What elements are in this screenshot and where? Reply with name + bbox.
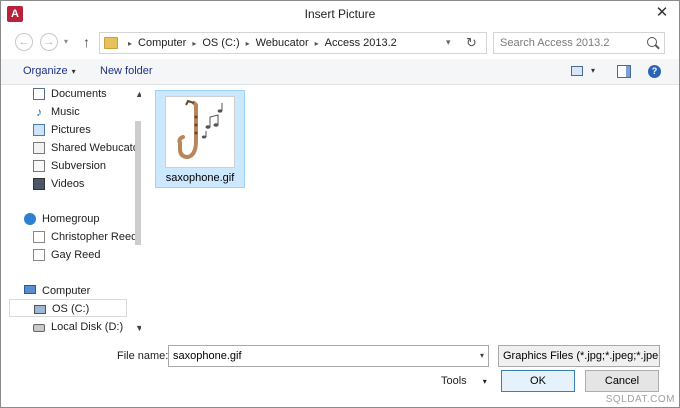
dialog-title: Insert Picture bbox=[304, 7, 376, 21]
file-type-select[interactable]: Graphics Files (*.jpg;*.jpeg;*.jpe bbox=[498, 345, 660, 367]
shared-folder-icon bbox=[33, 142, 45, 154]
recent-locations-dropdown-icon[interactable]: ▾ bbox=[64, 37, 68, 46]
chevron-down-icon[interactable]: ▾ bbox=[480, 351, 484, 360]
nav-item-label: Shared Webucator bbox=[51, 142, 135, 154]
nav-item-label: Local Disk (D:) bbox=[51, 321, 124, 333]
nav-item-label: Pictures bbox=[51, 124, 91, 136]
nav-item-label: Videos bbox=[51, 178, 85, 190]
command-toolbar: Organize ▾ New folder ▾ ? bbox=[1, 59, 679, 85]
breadcrumb-computer[interactable]: Computer bbox=[138, 37, 186, 49]
tools-button[interactable]: Tools ▾ bbox=[441, 375, 487, 387]
nav-item-documents[interactable]: Documents bbox=[9, 85, 135, 103]
insert-picture-dialog: A Insert Picture ✕ ← → ▾ ↑ ▸ Computer ▸ … bbox=[0, 0, 680, 408]
forward-button[interactable]: → bbox=[40, 33, 58, 51]
ok-button[interactable]: OK bbox=[501, 370, 575, 392]
watermark: SQLDAT.COM bbox=[605, 394, 675, 405]
address-bar[interactable]: ▸ Computer ▸ OS (C:) ▸ Webucator ▸ Acces… bbox=[99, 32, 487, 54]
saxophone-thumbnail bbox=[165, 96, 235, 168]
nav-item-os-drive[interactable]: OS (C:) bbox=[9, 299, 127, 317]
file-name-label: File name: bbox=[117, 350, 169, 362]
up-one-level-icon[interactable]: ↑ bbox=[83, 34, 90, 50]
file-item-saxophone[interactable]: saxophone.gif bbox=[155, 90, 245, 188]
breadcrumb-separator-icon[interactable]: ▸ bbox=[192, 39, 196, 48]
navigation-pane: Documents ♪ Music Pictures Shared Webuca… bbox=[9, 85, 141, 341]
breadcrumb: ▸ Computer ▸ OS (C:) ▸ Webucator ▸ Acces… bbox=[122, 37, 397, 49]
breadcrumb-access-2013-2[interactable]: Access 2013.2 bbox=[325, 37, 397, 49]
file-name-field[interactable]: saxophone.gif ▾ bbox=[168, 345, 489, 367]
drive-icon bbox=[34, 305, 46, 314]
chevron-down-icon: ▾ bbox=[482, 377, 487, 386]
organize-button[interactable]: Organize ▾ bbox=[23, 65, 76, 77]
nav-item-computer[interactable]: Computer bbox=[9, 282, 135, 300]
title-bar: A Insert Picture ✕ bbox=[1, 1, 679, 27]
nav-item-gay-reed[interactable]: Gay Reed bbox=[9, 246, 135, 264]
new-folder-button[interactable]: New folder bbox=[100, 65, 153, 77]
help-icon[interactable]: ? bbox=[648, 65, 661, 78]
scrollbar-thumb[interactable] bbox=[135, 121, 141, 245]
back-button[interactable]: ← bbox=[15, 33, 33, 51]
breadcrumb-separator-icon[interactable]: ▸ bbox=[246, 39, 250, 48]
preview-pane-icon[interactable] bbox=[617, 65, 631, 78]
nav-item-local-disk[interactable]: Local Disk (D:) bbox=[9, 318, 135, 336]
homegroup-icon bbox=[24, 213, 36, 225]
folder-icon bbox=[104, 37, 118, 49]
search-input[interactable]: Search Access 2013.2 bbox=[500, 37, 609, 49]
saxophone-icon bbox=[177, 99, 223, 160]
disk-icon bbox=[33, 324, 45, 332]
music-icon: ♪ bbox=[36, 105, 42, 119]
breadcrumb-os-drive[interactable]: OS (C:) bbox=[202, 37, 239, 49]
search-icon[interactable] bbox=[647, 37, 657, 47]
pictures-icon bbox=[33, 124, 45, 136]
organize-label: Organize bbox=[23, 65, 68, 77]
nav-item-label: Documents bbox=[51, 88, 107, 100]
nav-item-label: Gay Reed bbox=[51, 249, 101, 261]
breadcrumb-separator-icon[interactable]: ▸ bbox=[128, 39, 132, 48]
nav-item-label: Homegroup bbox=[42, 213, 100, 225]
user-icon bbox=[33, 249, 45, 261]
breadcrumb-separator-icon[interactable]: ▸ bbox=[315, 39, 319, 48]
nav-item-homegroup[interactable]: Homegroup bbox=[9, 210, 135, 228]
nav-item-pictures[interactable]: Pictures bbox=[9, 121, 135, 139]
nav-item-christopher-reed[interactable]: Christopher Reed bbox=[9, 228, 135, 246]
breadcrumb-webucator[interactable]: Webucator bbox=[256, 37, 309, 49]
search-box[interactable]: Search Access 2013.2 bbox=[493, 32, 665, 54]
tools-label: Tools bbox=[441, 375, 467, 387]
nav-item-label: Music bbox=[51, 106, 80, 118]
cancel-button[interactable]: Cancel bbox=[585, 370, 659, 392]
file-name-label: saxophone.gif bbox=[165, 172, 235, 184]
nav-item-label: Christopher Reed bbox=[51, 231, 135, 243]
user-icon bbox=[33, 231, 45, 243]
nav-item-label: Subversion bbox=[51, 160, 107, 172]
view-options-dropdown-icon[interactable]: ▾ bbox=[591, 66, 595, 75]
scroll-up-icon[interactable]: ▲ bbox=[135, 89, 141, 99]
nav-item-label: OS (C:) bbox=[52, 303, 90, 315]
videos-icon bbox=[33, 178, 45, 190]
refresh-icon[interactable]: ↻ bbox=[466, 35, 477, 51]
scroll-down-icon[interactable]: ▼ bbox=[135, 323, 141, 333]
documents-icon bbox=[33, 88, 45, 100]
computer-icon bbox=[24, 285, 36, 294]
nav-item-label: Computer bbox=[42, 285, 91, 297]
file-name-value[interactable]: saxophone.gif bbox=[173, 350, 242, 362]
change-view-icon[interactable] bbox=[571, 66, 583, 76]
subversion-icon bbox=[33, 160, 45, 172]
nav-item-videos[interactable]: Videos bbox=[9, 175, 135, 193]
chevron-down-icon: ▾ bbox=[71, 67, 76, 76]
nav-item-music[interactable]: ♪ Music bbox=[9, 103, 135, 121]
address-dropdown-icon[interactable]: ▾ bbox=[446, 37, 451, 48]
close-button[interactable]: ✕ bbox=[645, 1, 679, 25]
nav-item-subversion[interactable]: Subversion bbox=[9, 157, 135, 175]
nav-item-shared-webucator[interactable]: Shared Webucator bbox=[9, 139, 135, 157]
file-type-value: Graphics Files (*.jpg;*.jpeg;*.jpe bbox=[503, 350, 659, 362]
